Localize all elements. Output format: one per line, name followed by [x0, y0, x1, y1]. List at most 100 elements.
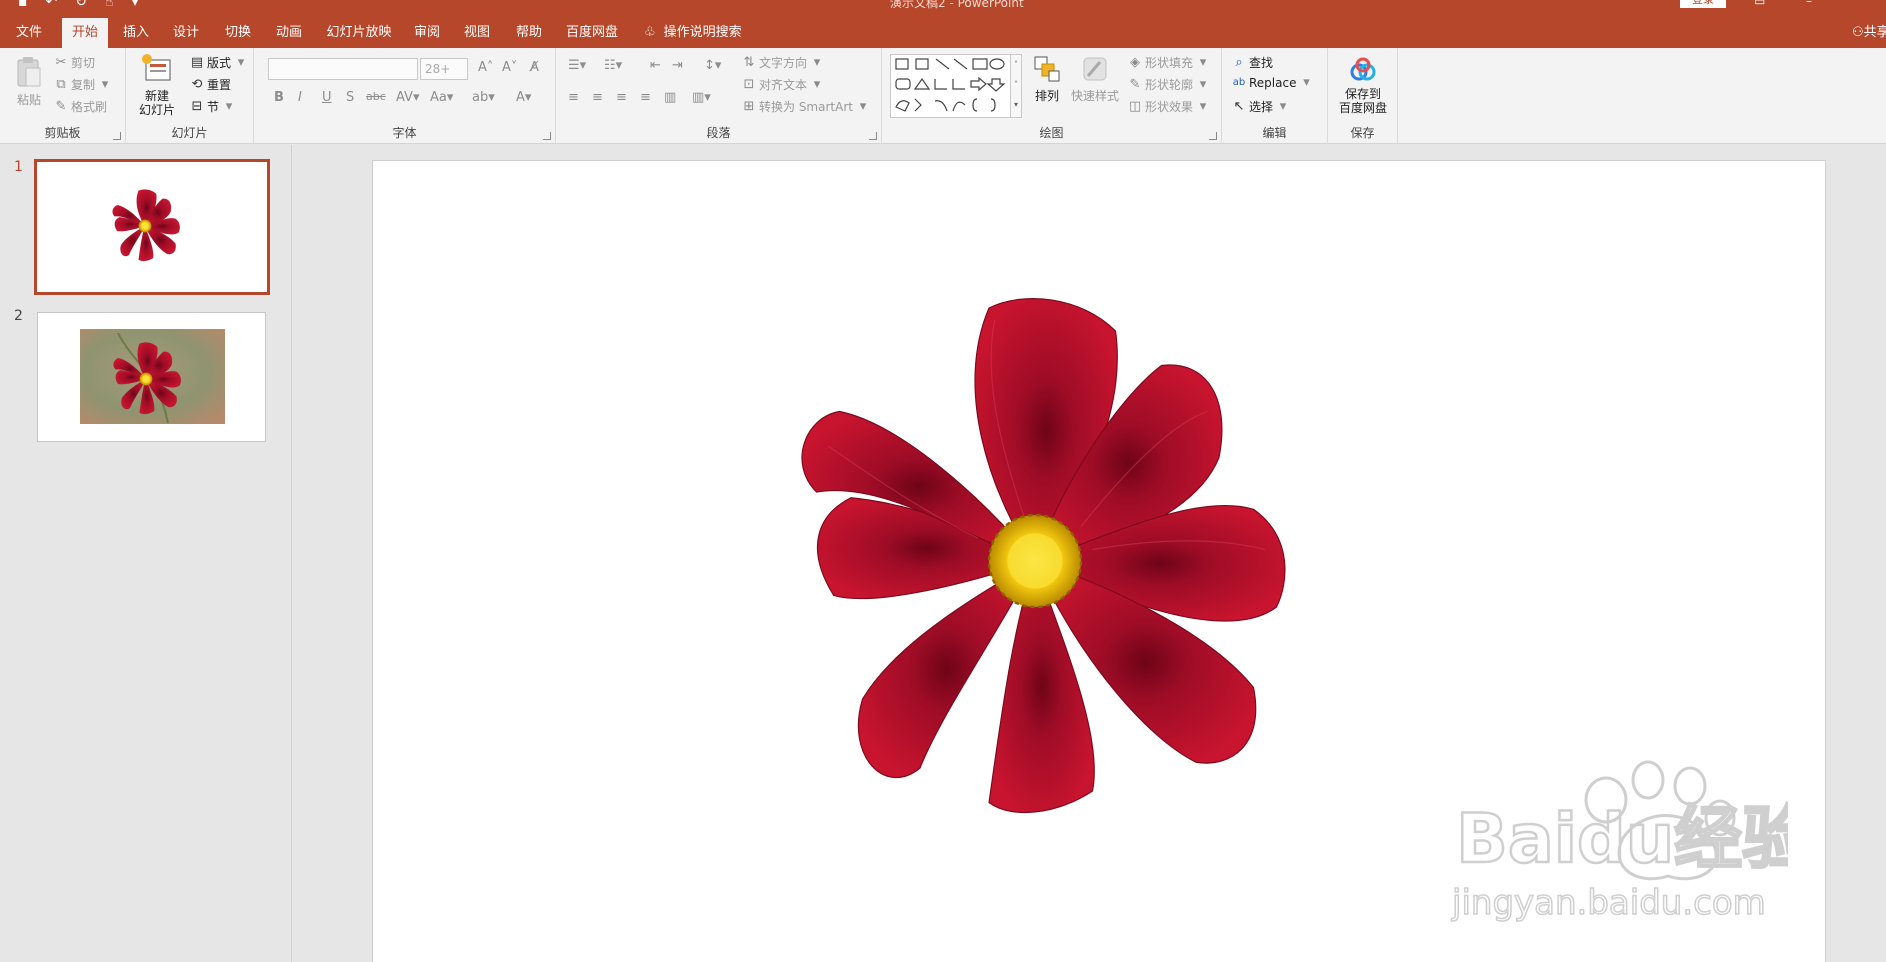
font-color-icon[interactable]: A▾ [516, 90, 531, 105]
shape-fill-button[interactable]: ◈ 形状填充 ▾ [1128, 54, 1210, 71]
text-direction-icon: ⇅ [743, 54, 755, 70]
tab-design[interactable]: 设计 [166, 18, 206, 48]
pen-icon: ✎ [1129, 76, 1141, 92]
shapes-gallery-scroll[interactable]: ˄ ˅ ▾ [1010, 54, 1022, 118]
shadow-icon[interactable]: S [346, 90, 354, 105]
tab-review[interactable]: 审阅 [406, 18, 448, 48]
tab-view[interactable]: 视图 [456, 18, 498, 48]
align-text-label: 对齐文本 [759, 78, 808, 92]
paintbrush-icon: ✎ [55, 98, 67, 114]
reset-button[interactable]: ⟲ 重置 [190, 76, 231, 93]
quick-styles-button[interactable]: 快速样式 [1070, 54, 1120, 103]
copy-icon: ⧉ [56, 76, 66, 92]
find-label: 查找 [1249, 56, 1274, 70]
layout-button[interactable]: ▤ 版式 ▾ [190, 54, 248, 71]
touch-mode-icon[interactable]: ☝ [105, 0, 114, 10]
font-launcher-icon[interactable] [543, 132, 551, 140]
copy-button[interactable]: ⧉ 复制 ▾ [54, 76, 112, 93]
tab-file[interactable]: 文件 [8, 18, 50, 48]
font-name-combo[interactable] [268, 58, 418, 80]
justify-icon[interactable]: ≡ [640, 90, 651, 105]
underline-icon[interactable]: U [322, 90, 332, 105]
reset-icon: ⟲ [191, 76, 203, 92]
shape-outline-dropdown-icon: ▾ [1199, 76, 1207, 92]
clipboard-icon [17, 57, 41, 87]
minimize-icon[interactable]: – [1806, 0, 1812, 8]
numbering-icon[interactable]: ☷▾ [604, 58, 622, 73]
decrease-indent-icon[interactable]: ⇤ [650, 58, 661, 73]
shape-effects-button[interactable]: ◫ 形状效果 ▾ [1128, 98, 1210, 115]
highlight-icon[interactable]: ab▾ [472, 90, 495, 105]
slide-thumbnail-2[interactable] [37, 312, 266, 442]
arrange-button[interactable]: 排列 [1028, 54, 1066, 103]
tab-slideshow[interactable]: 幻灯片放映 [322, 18, 396, 48]
line-spacing-icon[interactable]: ↕▾ [704, 58, 721, 73]
bold-icon[interactable]: B [274, 90, 284, 105]
font-size-combo[interactable]: 28+ [420, 58, 468, 80]
save-icon[interactable]: ▪ [18, 0, 28, 10]
tell-me-search[interactable]: ♧ 操作说明搜索 [644, 18, 742, 48]
tell-me-label: 操作说明搜索 [663, 25, 742, 40]
paragraph-launcher-icon[interactable] [869, 132, 877, 140]
watermark-url: jingyan.baidu.com [1451, 883, 1766, 923]
format-painter-button[interactable]: ✎ 格式刷 [54, 98, 107, 115]
clipboard-group-label: 剪贴板 [44, 126, 81, 140]
select-label: 选择 [1249, 100, 1274, 114]
align-left-icon[interactable]: ≡ [568, 90, 579, 105]
distributed-icon[interactable]: ▥ [664, 90, 676, 105]
italic-icon[interactable]: I [298, 90, 302, 105]
new-slide-button[interactable]: 新建 幻灯片 [134, 52, 180, 117]
text-direction-button[interactable]: ⇅ 文字方向 ▾ [742, 54, 824, 71]
tab-animations[interactable]: 动画 [268, 18, 310, 48]
save-group: 保存到 百度网盘 保存 [1328, 48, 1398, 144]
shape-outline-button[interactable]: ✎ 形状轮廓 ▾ [1128, 76, 1210, 93]
replace-dropdown-icon: ▾ [1303, 75, 1310, 90]
tab-help[interactable]: 帮助 [508, 18, 550, 48]
cut-button[interactable]: ✂ 剪切 [54, 54, 95, 71]
align-text-icon: ⊡ [743, 76, 755, 92]
ribbon-display-options-icon[interactable]: ▭ [1754, 0, 1765, 8]
shape-effects-label: 形状效果 [1145, 100, 1194, 114]
tab-home[interactable]: 开始 [62, 18, 108, 48]
align-right-icon[interactable]: ≡ [616, 90, 627, 105]
slides-group-label: 幻灯片 [171, 126, 208, 140]
tab-baidu-netdisk[interactable]: 百度网盘 [562, 18, 622, 48]
undo-icon[interactable]: ↶ [46, 0, 58, 10]
slide-thumbnail-pane[interactable]: 1 2 [0, 145, 292, 962]
redo-icon[interactable]: ↻ [75, 0, 87, 10]
change-case-icon[interactable]: Aa▾ [430, 90, 453, 105]
drawing-launcher-icon[interactable] [1209, 132, 1217, 140]
login-button[interactable]: 登录 [1680, 0, 1726, 8]
title-bar: ▪ ↶ ↻ ☝ ▾ 演示文稿2 - PowerPoint 登录 ▭ – [0, 0, 1886, 14]
section-button[interactable]: ⊟ 节 ▾ [190, 98, 236, 115]
shape-effects-dropdown-icon: ▾ [1199, 98, 1207, 114]
paste-button[interactable]: 粘贴 [12, 54, 46, 107]
convert-smartart-button[interactable]: ⊞ 转换为 SmartArt ▾ [742, 98, 870, 115]
clipboard-launcher-icon[interactable] [113, 132, 121, 140]
save-group-label: 保存 [1350, 126, 1375, 140]
slide-thumbnail-1[interactable] [34, 159, 270, 295]
share-button[interactable]: ⚇共享 [1852, 18, 1886, 48]
smartart-dropdown-icon: ▾ [859, 98, 867, 114]
select-button[interactable]: ↖ 选择 ▾ [1232, 98, 1290, 115]
decrease-font-icon[interactable]: A˅ [502, 60, 517, 75]
columns-icon[interactable]: ▥▾ [692, 90, 711, 105]
align-text-button[interactable]: ⊡ 对齐文本 ▾ [742, 76, 824, 93]
increase-font-icon[interactable]: A˄ [478, 60, 493, 75]
increase-indent-icon[interactable]: ⇥ [672, 58, 683, 73]
strikethrough-icon[interactable]: abc [366, 90, 386, 103]
slide-2-flower-photo [80, 329, 225, 424]
customize-qat-icon[interactable]: ▾ [132, 0, 139, 10]
character-spacing-icon[interactable]: AV▾ [396, 90, 419, 105]
align-center-icon[interactable]: ≡ [592, 90, 603, 105]
tab-transitions[interactable]: 切换 [218, 18, 258, 48]
bullets-icon[interactable]: ☰▾ [568, 58, 586, 73]
clear-formatting-icon[interactable]: A̸ [530, 60, 539, 75]
save-to-baidu-button[interactable]: 保存到 百度网盘 [1332, 56, 1394, 115]
tab-insert[interactable]: 插入 [116, 18, 156, 48]
find-button[interactable]: ⌕ 查找 [1232, 54, 1273, 71]
replace-button[interactable]: ab Replace ▾ [1232, 75, 1313, 91]
save-to-baidu-label-1: 保存到 [1344, 87, 1381, 101]
shapes-gallery[interactable] [890, 54, 1018, 118]
share-label: 共享 [1863, 25, 1886, 40]
